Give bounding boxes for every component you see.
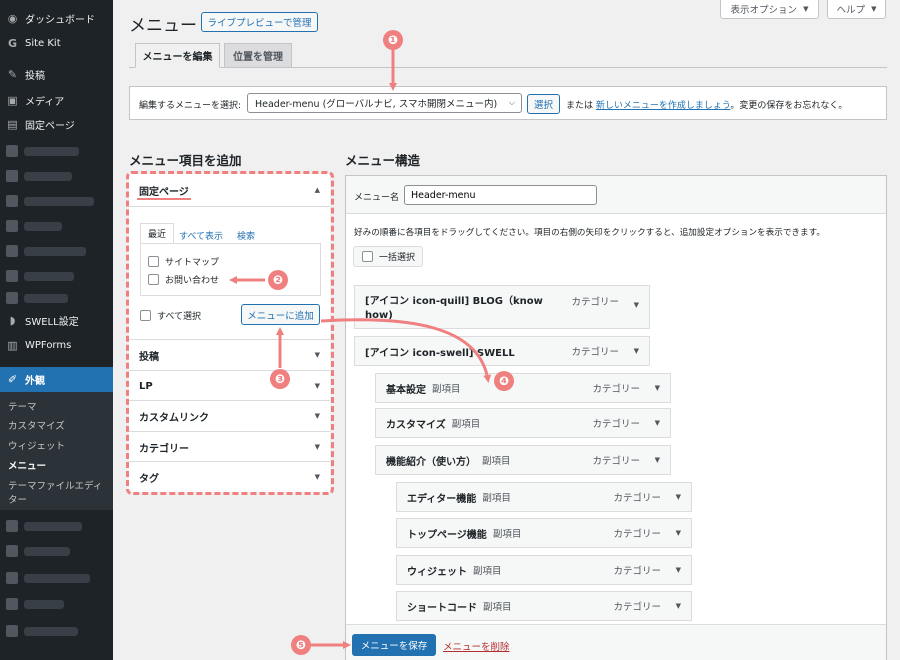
annotation-badge-3: ❸ [270,369,290,389]
annotation-badge-4: ❹ [494,371,514,391]
annotation-arrow-4 [320,318,492,383]
annotation-arrows [229,50,492,649]
annotation-badge-1: ❶ [383,30,403,50]
annotation-badge-5: ❺ [291,635,311,655]
annotation-badge-2: ❷ [268,270,288,290]
